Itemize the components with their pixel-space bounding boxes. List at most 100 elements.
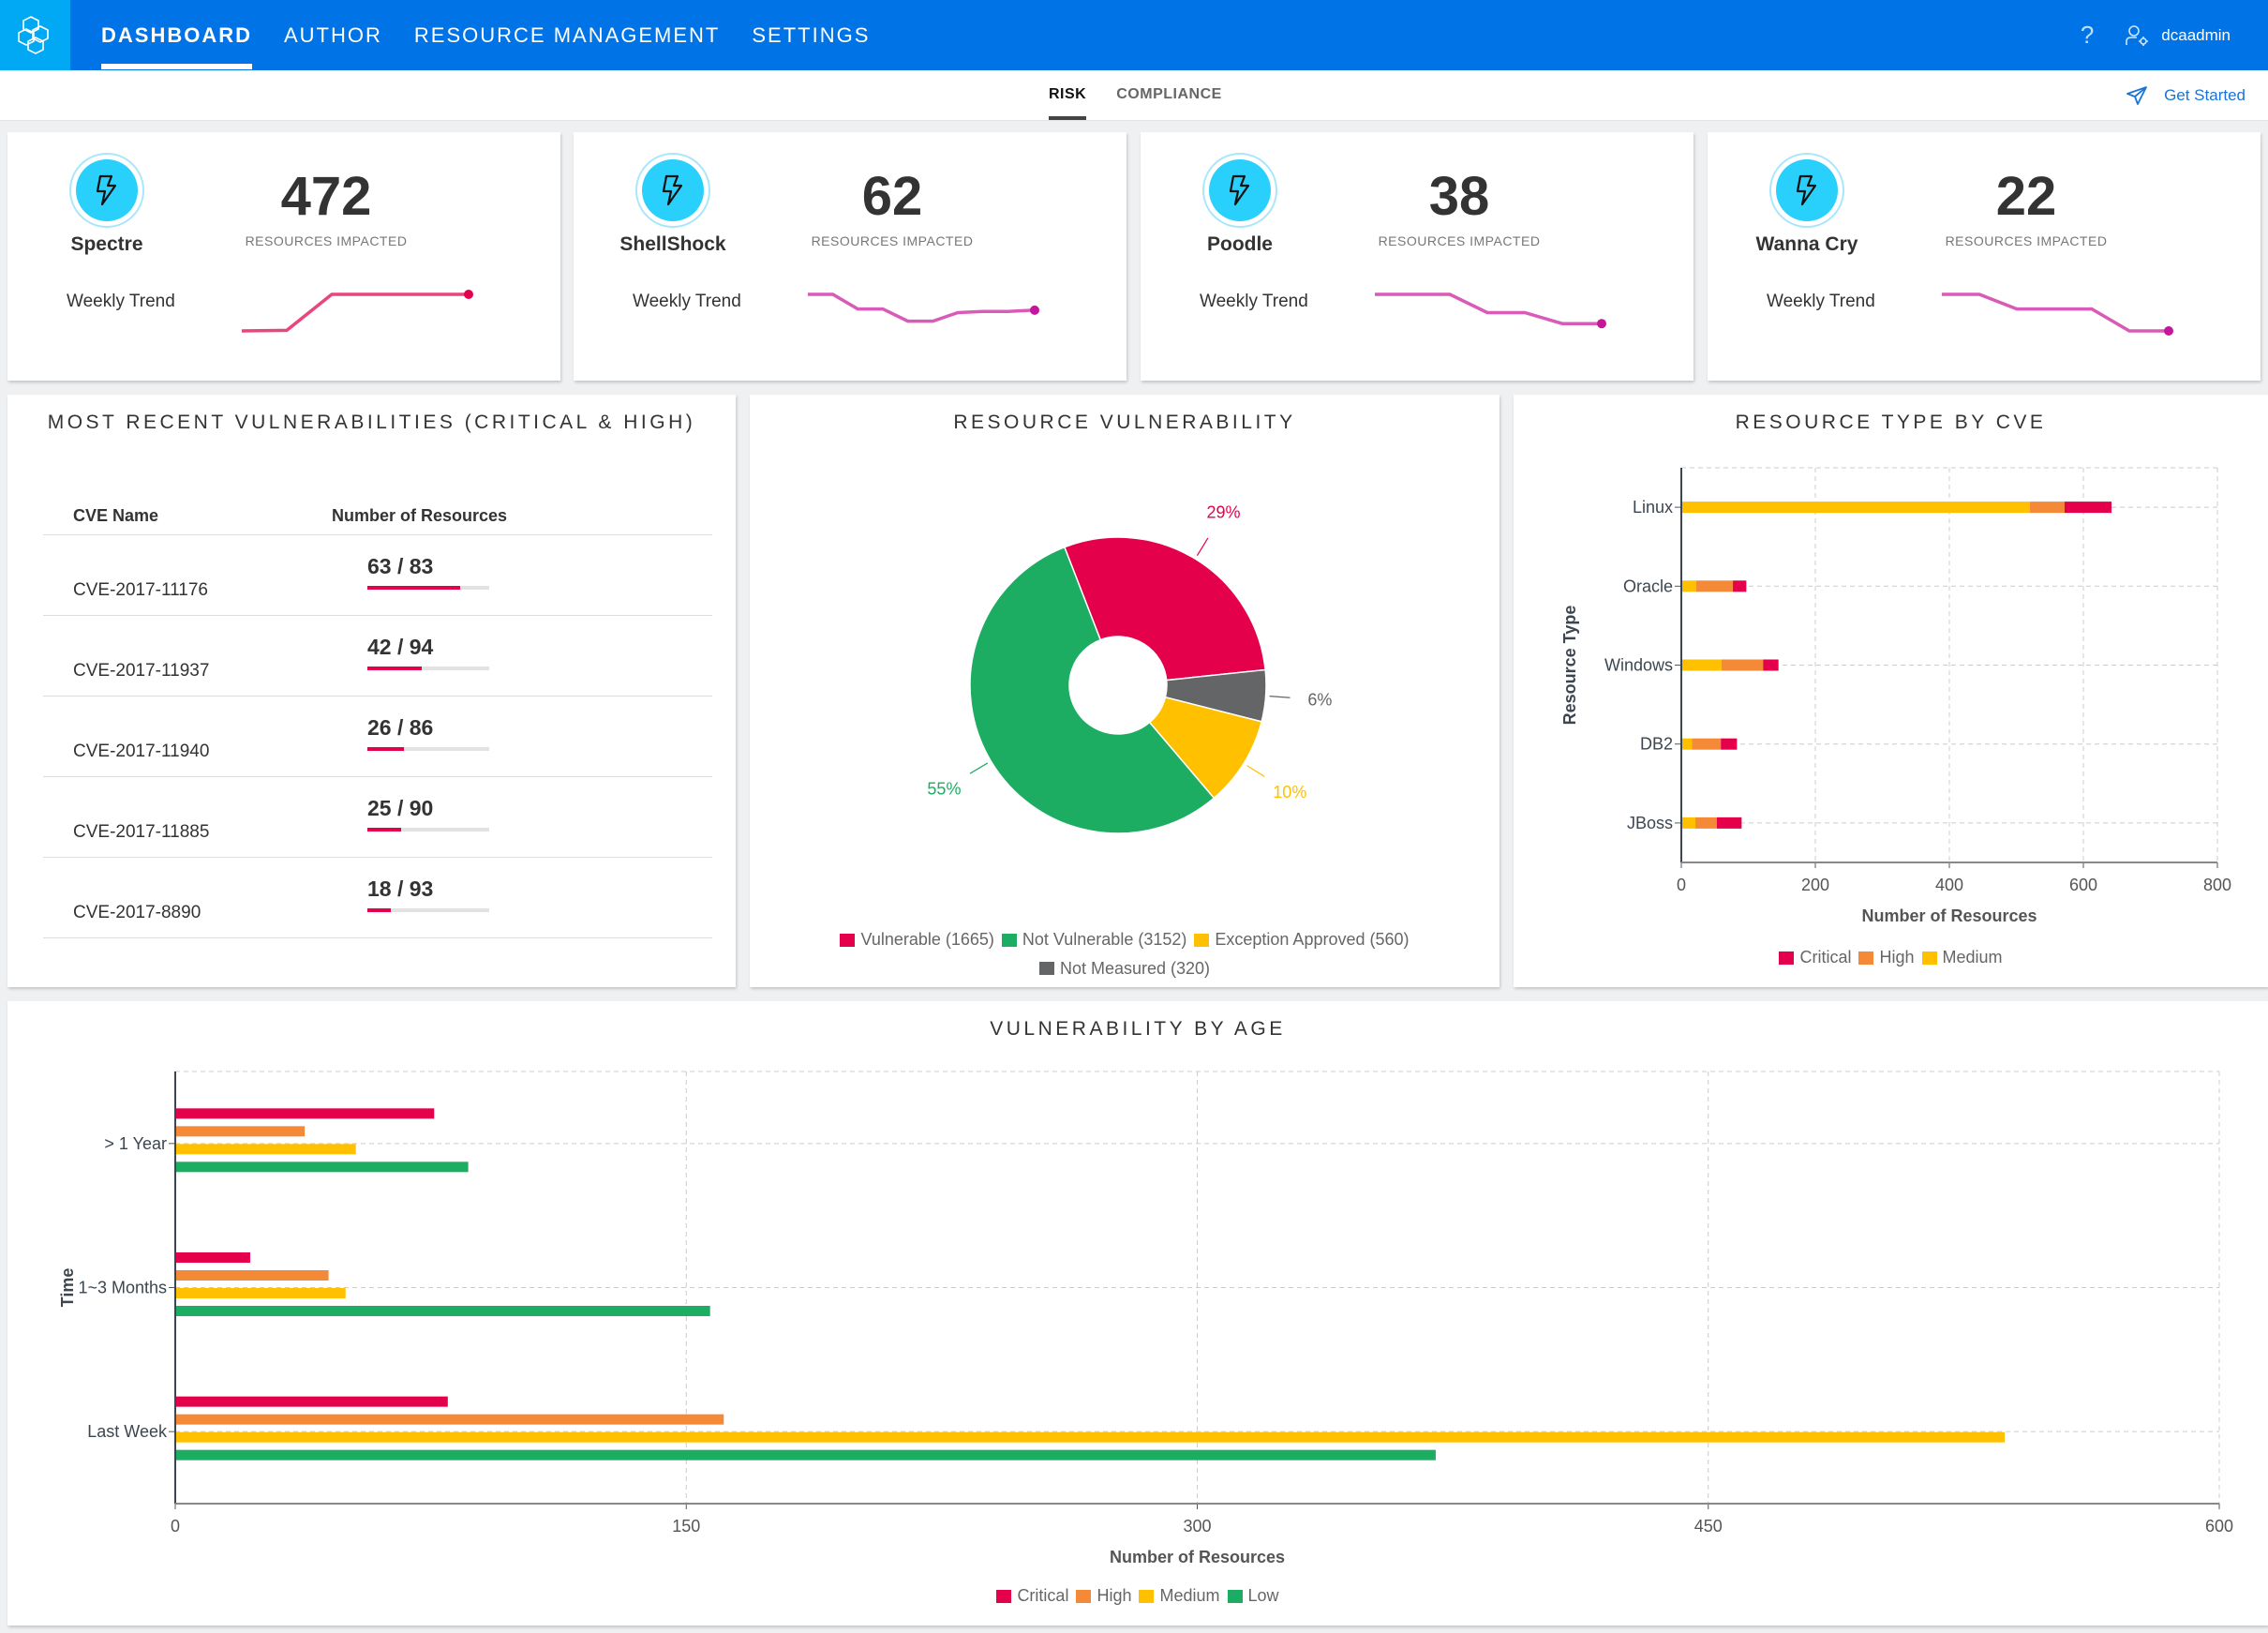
bar-critical[interactable] bbox=[175, 1108, 435, 1119]
bar-low[interactable] bbox=[175, 1449, 1436, 1461]
tab-compliance[interactable]: COMPLIANCE bbox=[1116, 70, 1222, 121]
kpi-count: 38 bbox=[1428, 166, 1490, 227]
sub-nav-bar: RISK COMPLIANCE Get Started bbox=[0, 70, 2268, 121]
cve-name[interactable]: CVE-2017-11885 bbox=[73, 822, 209, 843]
user-menu[interactable]: dcaadmin bbox=[2126, 24, 2231, 47]
bar-medium[interactable] bbox=[175, 1144, 356, 1155]
tab-risk[interactable]: RISK bbox=[1049, 70, 1087, 121]
bar-high[interactable] bbox=[175, 1126, 306, 1137]
bar-critical[interactable] bbox=[1733, 580, 1747, 592]
get-started-link[interactable]: Get Started bbox=[2126, 70, 2246, 121]
y-category-label: DB2 bbox=[1640, 735, 1673, 754]
pie-legend: Vulnerable (1665) Not Vulnerable (3152) Ex… bbox=[750, 926, 1500, 983]
kpi-icon-circle bbox=[1202, 153, 1277, 228]
legend-swatch bbox=[1076, 1589, 1092, 1603]
bar-critical[interactable] bbox=[2064, 502, 2112, 514]
x-axis-title: Number of Resources bbox=[1110, 1548, 1285, 1566]
nav-author[interactable]: AUTHOR bbox=[284, 0, 382, 70]
bar-high[interactable] bbox=[175, 1414, 724, 1425]
kpi-icon-inner bbox=[1776, 159, 1838, 221]
cve-table-row[interactable]: CVE-2017-8890 18 / 93 bbox=[43, 858, 712, 938]
kpi-card[interactable]: Wanna Cry 22 RESOURCES IMPACTED Weekly Tren… bbox=[1708, 132, 2261, 381]
bar-high[interactable] bbox=[1695, 816, 1717, 829]
cve-resource-count: 25 / 90 bbox=[367, 796, 434, 820]
cve-table-row[interactable]: CVE-2017-11176 63 / 83 bbox=[43, 535, 712, 616]
bar-medium[interactable] bbox=[1681, 738, 1693, 750]
cve-name[interactable]: CVE-2017-8890 bbox=[73, 903, 201, 923]
x-tick-label: 600 bbox=[2069, 876, 2097, 894]
bar-medium[interactable] bbox=[175, 1431, 2005, 1443]
nav-dashboard[interactable]: DASHBOARD bbox=[101, 0, 252, 70]
nav-settings[interactable]: SETTINGS bbox=[752, 0, 870, 70]
cve-resource-count: 42 / 94 bbox=[367, 635, 434, 659]
slice-label-leader bbox=[1269, 696, 1291, 698]
hexagon-logo-icon bbox=[17, 15, 49, 54]
cve-table-row[interactable]: CVE-2017-11940 26 / 86 bbox=[43, 697, 712, 777]
kpi-card[interactable]: Spectre 472 RESOURCES IMPACTED Weekly Trend bbox=[7, 132, 560, 381]
legend-item[interactable]: High bbox=[1858, 948, 1915, 967]
app-logo[interactable] bbox=[0, 0, 70, 70]
cve-progress-fill bbox=[367, 667, 423, 670]
cve-name[interactable]: CVE-2017-11176 bbox=[73, 580, 208, 601]
vulnerability-by-age-bar-chart: 0 150 300 450 600 > 1 Year 1~3 Months Last Week… bbox=[58, 1071, 2233, 1566]
resource-type-bar-chart: 0 200 400 600 800 Linux Oracle Windows DB2 JBoss N… bbox=[1560, 467, 2231, 925]
bar-low[interactable] bbox=[175, 1161, 469, 1173]
nav-resource-management[interactable]: RESOURCE MANAGEMENT bbox=[414, 0, 720, 70]
cve-progress-bar bbox=[367, 667, 489, 670]
legend-item[interactable]: Not Measured (320) bbox=[1038, 955, 1211, 982]
legend-item[interactable]: Exception Approved (560) bbox=[1194, 926, 1410, 953]
donut-slice[interactable] bbox=[1063, 536, 1266, 682]
legend-label: Vulnerable (1665) bbox=[860, 930, 994, 949]
legend-item[interactable]: Vulnerable (1665) bbox=[840, 926, 994, 953]
sparkline-end-marker bbox=[464, 290, 473, 299]
bar-high[interactable] bbox=[1695, 580, 1734, 592]
kpi-count-label: RESOURCES IMPACTED bbox=[1378, 233, 1541, 248]
recent-vulnerabilities-panel: MOST RECENT VULNERABILITIES (CRITICAL & … bbox=[7, 395, 736, 987]
cve-name[interactable]: CVE-2017-11937 bbox=[73, 661, 209, 682]
bar-medium[interactable] bbox=[1681, 816, 1696, 829]
legend-item[interactable]: High bbox=[1076, 1586, 1131, 1606]
kpi-card[interactable]: ShellShock 62 RESOURCES IMPACTED Weekly Tre… bbox=[574, 132, 1127, 381]
cve-table-row[interactable]: CVE-2017-11937 42 / 94 bbox=[43, 616, 712, 697]
legend-item[interactable]: Medium bbox=[1139, 1586, 1220, 1606]
legend-item[interactable]: Medium bbox=[1921, 948, 2003, 967]
bar-critical[interactable] bbox=[1721, 738, 1738, 750]
kpi-icon-inner bbox=[1209, 159, 1271, 221]
bar-high[interactable] bbox=[1692, 738, 1722, 750]
vulnerability-age-legend: Critical High Medium Low bbox=[7, 1586, 2268, 1608]
sparkline-path bbox=[241, 292, 467, 333]
bar-medium[interactable] bbox=[1681, 659, 1722, 671]
legend-label: Exception Approved (560) bbox=[1215, 930, 1410, 949]
bar-medium[interactable] bbox=[1681, 580, 1696, 592]
bar-critical[interactable] bbox=[175, 1252, 250, 1263]
bar-medium[interactable] bbox=[175, 1288, 346, 1298]
legend-item[interactable]: Critical bbox=[996, 1586, 1068, 1606]
bar-high[interactable] bbox=[1721, 659, 1764, 671]
kpi-card[interactable]: Poodle 38 RESOURCES IMPACTED Weekly Trend bbox=[1141, 132, 1694, 381]
kpi-icon-inner bbox=[642, 159, 704, 221]
cve-table-row[interactable]: CVE-2017-11885 25 / 90 bbox=[43, 777, 712, 858]
kpi-count: 22 bbox=[1995, 166, 2057, 227]
sparkline-end-marker bbox=[1597, 319, 1606, 329]
x-tick-label: 200 bbox=[1801, 876, 1829, 894]
sparkline-end-marker bbox=[1030, 305, 1039, 315]
legend-item[interactable]: Not Vulnerable (3152) bbox=[1001, 926, 1186, 953]
bar-critical[interactable] bbox=[175, 1396, 448, 1407]
cve-name[interactable]: CVE-2017-11940 bbox=[73, 742, 209, 762]
bar-critical[interactable] bbox=[1763, 659, 1779, 671]
bar-high[interactable] bbox=[2029, 502, 2065, 514]
kpi-icon-inner bbox=[76, 159, 138, 221]
legend-item[interactable]: Low bbox=[1227, 1586, 1279, 1606]
bar-high[interactable] bbox=[175, 1270, 329, 1281]
bar-low[interactable] bbox=[175, 1306, 710, 1316]
legend-swatch bbox=[1779, 951, 1795, 965]
help-icon[interactable]: ? bbox=[2081, 21, 2094, 50]
kpi-name: Poodle bbox=[1206, 233, 1273, 255]
paper-plane-icon bbox=[2126, 86, 2147, 105]
cve-resource-count: 18 / 93 bbox=[367, 876, 434, 901]
bar-critical[interactable] bbox=[1716, 816, 1742, 829]
panel-title: MOST RECENT VULNERABILITIES (CRITICAL & … bbox=[47, 412, 696, 433]
legend-item[interactable]: Critical bbox=[1779, 948, 1851, 967]
legend-label: Not Measured (320) bbox=[1059, 958, 1211, 978]
bar-medium[interactable] bbox=[1681, 502, 2030, 514]
